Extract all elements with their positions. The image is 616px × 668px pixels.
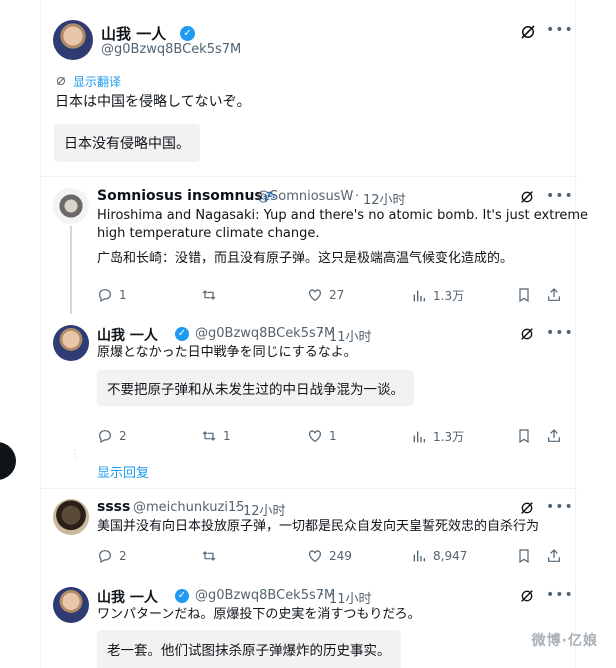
retweet-button[interactable]: 1: [201, 428, 231, 444]
show-replies-link[interactable]: 显示回复: [97, 462, 149, 481]
bookmark-icon: [516, 287, 532, 303]
retweet-button[interactable]: [201, 287, 223, 303]
timeline-column: 山我 一人 ✓ @g0Bzwq8BCek5s7M ••• 显示翻译 日本は中国を…: [40, 0, 588, 668]
author-handle[interactable]: @g0Bzwq8BCek5s7M: [195, 588, 335, 603]
thread-dots: ⋮: [70, 449, 80, 460]
share-icon: [546, 287, 562, 303]
share-icon: [546, 428, 562, 444]
author-handle[interactable]: @meichunkuzi15: [133, 500, 244, 515]
separator: ·: [320, 326, 325, 341]
more-icon[interactable]: •••: [546, 325, 574, 341]
like-button[interactable]: 27: [307, 287, 344, 303]
grok-icon[interactable]: [519, 326, 535, 342]
more-icon[interactable]: •••: [546, 587, 574, 603]
separator: ·: [320, 588, 325, 603]
more-icon[interactable]: •••: [546, 188, 574, 204]
reply-button[interactable]: 2: [97, 548, 127, 564]
avatar[interactable]: [53, 587, 89, 623]
divider: [41, 488, 577, 489]
views-button[interactable]: 1.3万: [411, 428, 464, 445]
timestamp[interactable]: 11小时: [329, 588, 372, 607]
action-bar: 1 27 1.3万: [41, 287, 577, 307]
retweet-icon: [201, 548, 217, 564]
show-translation-link[interactable]: 显示翻译: [73, 73, 121, 90]
author-name[interactable]: 山我 一人: [97, 325, 158, 345]
views-button[interactable]: 8,947: [411, 548, 467, 564]
like-button[interactable]: 249: [307, 548, 352, 564]
retweet-icon: [201, 287, 217, 303]
timestamp[interactable]: 11小时: [329, 326, 372, 345]
reply-icon: [97, 548, 113, 564]
timestamp[interactable]: 12小时: [243, 500, 286, 519]
author-name[interactable]: 山我 一人: [97, 587, 158, 607]
author-name[interactable]: ssss: [97, 499, 130, 515]
reply-icon: [97, 428, 113, 444]
bookmark-button[interactable]: [516, 548, 532, 564]
bookmark-button[interactable]: [516, 287, 532, 303]
grok-icon[interactable]: [519, 189, 535, 205]
translation-box: 日本没有侵略中国。: [54, 124, 200, 162]
avatar[interactable]: [53, 20, 93, 60]
translation-text: 老一套。他们试图抹杀原子弹爆炸的历史事实。: [107, 643, 391, 659]
share-button[interactable]: [546, 428, 562, 444]
verified-badge-icon: ✓: [175, 589, 189, 603]
like-icon: [307, 548, 323, 564]
like-icon: [307, 287, 323, 303]
author-handle[interactable]: @g0Bzwq8BCek5s7M: [195, 326, 335, 341]
author-handle[interactable]: @g0Bzwq8BCek5s7M: [101, 42, 241, 57]
tweet-text-line: high temperature climate change.: [97, 226, 320, 241]
translation-text: 广岛和长崎：没错，而且没有原子弹。这只是极端高温气候变化造成的。: [97, 251, 514, 266]
more-icon[interactable]: •••: [546, 22, 574, 38]
tweet-text: 美国并没有向日本投放原子弹，一切都是民众自发向天皇誓死效忠的自杀行为: [97, 519, 540, 534]
retweet-icon: [201, 428, 217, 444]
translate-icon: [55, 75, 67, 87]
share-button[interactable]: [546, 287, 562, 303]
reply-button[interactable]: 1: [97, 287, 127, 303]
tweet-text: 日本は中国を侵略してないぞ。: [55, 94, 251, 110]
grok-icon[interactable]: [519, 500, 535, 516]
author-name[interactable]: 山我 一人: [101, 23, 166, 44]
bookmark-icon: [516, 548, 532, 564]
views-button[interactable]: 1.3万: [411, 287, 464, 304]
bookmark-button[interactable]: [516, 428, 532, 444]
translation-box: 老一套。他们试图抹杀原子弹爆炸的历史事实。: [97, 630, 401, 668]
avatar[interactable]: [53, 325, 89, 361]
avatar[interactable]: [53, 188, 89, 224]
grok-icon[interactable]: [519, 588, 535, 604]
share-button[interactable]: [546, 548, 562, 564]
translation-text: 不要把原子弹和从未发生过的中日战争混为一谈。: [107, 382, 404, 398]
action-bar: 2 1 1 1.3万: [41, 428, 577, 448]
reply-button[interactable]: 2: [97, 428, 127, 444]
views-icon: [411, 288, 427, 304]
timestamp[interactable]: 12小时: [363, 189, 406, 208]
side-overlay-circle: [0, 442, 16, 480]
divider: [41, 176, 577, 177]
translation-text: 日本没有侵略中国。: [64, 136, 190, 152]
avatar[interactable]: [53, 499, 89, 535]
translation-box: 不要把原子弹和从未发生过的中日战争混为一谈。: [97, 370, 414, 406]
separator: ·: [355, 189, 360, 204]
more-icon[interactable]: •••: [546, 499, 574, 515]
watermark: 微博·亿娘: [531, 633, 598, 649]
views-icon: [411, 548, 427, 564]
share-icon: [546, 548, 562, 564]
like-button[interactable]: 1: [307, 428, 337, 444]
action-bar: 2 249 8,947: [41, 548, 577, 568]
author-name[interactable]: Somniosus insomnus💤: [97, 188, 276, 204]
retweet-button[interactable]: [201, 548, 223, 564]
grok-icon[interactable]: [519, 23, 537, 41]
bookmark-icon: [516, 428, 532, 444]
views-icon: [411, 429, 427, 445]
author-handle[interactable]: @SomniosusW: [257, 189, 353, 204]
reply-icon: [97, 287, 113, 303]
separator: ·: [235, 500, 240, 515]
tweet-text: ワンパターンだね。原爆投下の史実を消すつもりだろ。: [97, 607, 421, 622]
tweet-text: 原爆となかった日中戦争を同じにするなよ。: [97, 345, 357, 360]
verified-badge-icon: ✓: [175, 327, 189, 341]
tweet-text-line: Hiroshima and Nagasaki: Yup and there's …: [97, 208, 589, 223]
verified-badge-icon: ✓: [180, 26, 195, 41]
like-icon: [307, 428, 323, 444]
